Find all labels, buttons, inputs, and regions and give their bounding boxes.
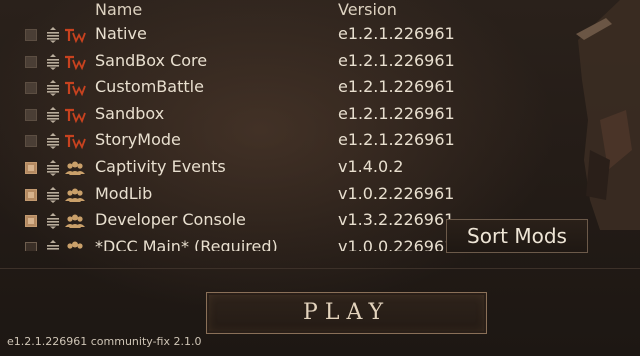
mod-name: Developer Console (95, 210, 246, 230)
mod-name: Native (95, 24, 147, 43)
drag-handle-icon[interactable] (46, 26, 60, 44)
mod-row[interactable]: Native e1.2.1.226961 (0, 22, 460, 48)
mod-row[interactable]: Developer Console v1.3.2.226961 (0, 208, 460, 234)
mod-checkbox[interactable] (25, 162, 37, 174)
mod-checkbox[interactable] (25, 188, 37, 201)
mod-name: CustomBattle (95, 77, 204, 97)
mod-version: e1.2.1.226961 (338, 24, 455, 43)
mod-checkbox[interactable] (25, 29, 37, 41)
mod-name: SandBox Core (95, 50, 208, 70)
mod-row[interactable]: SandBox Core e1.2.1.226961 (0, 49, 460, 75)
mod-name: *DCC Main* (Required) (95, 236, 278, 251)
mod-version: v1.0.0.226961 (338, 236, 455, 251)
mod-name: StoryMode (95, 130, 181, 150)
mod-version: v1.0.2.226961 (338, 183, 455, 203)
mod-name: Sandbox (95, 103, 165, 123)
mod-row[interactable]: *DCC Main* (Required) v1.0.0.226961 (0, 235, 460, 251)
mod-version: e1.2.1.226961 (338, 77, 455, 97)
taleworlds-logo-icon (65, 135, 86, 150)
background-rider-figure (576, 0, 640, 230)
mod-version: v1.3.2.226961 (338, 210, 455, 230)
play-button[interactable]: PLAY (206, 292, 487, 334)
version-column-header[interactable]: Version (338, 0, 397, 19)
community-icon (65, 161, 85, 175)
community-icon (65, 188, 85, 202)
divider (0, 268, 640, 269)
mod-checkbox[interactable] (25, 241, 37, 251)
drag-handle-icon[interactable] (46, 212, 60, 230)
mod-checkbox[interactable] (25, 82, 37, 95)
mod-list[interactable]: Native e1.2.1.226961 SandBox Core e1.2.1.22… (0, 22, 460, 251)
mod-row[interactable]: Captivity Events v1.4.0.2 (0, 155, 460, 181)
mod-version: e1.2.1.226961 (338, 50, 455, 70)
name-column-header[interactable]: Name (95, 0, 142, 19)
drag-handle-icon[interactable] (46, 79, 60, 97)
drag-handle-icon[interactable] (46, 159, 60, 177)
launcher-version-label: e1.2.1.226961 community-fix 2.1.0 (7, 335, 202, 348)
drag-handle-icon[interactable] (46, 106, 60, 124)
community-icon (65, 214, 85, 229)
mod-checkbox[interactable] (25, 55, 37, 68)
mod-row[interactable]: ModLib v1.0.2.226961 (0, 182, 460, 208)
taleworlds-logo-icon (65, 108, 86, 124)
mod-version: e1.2.1.226961 (338, 103, 455, 123)
mod-row[interactable]: StoryMode e1.2.1.226961 (0, 128, 460, 154)
taleworlds-logo-icon (65, 82, 86, 97)
mod-version: v1.4.0.2 (338, 157, 404, 176)
mod-checkbox[interactable] (25, 135, 37, 148)
mod-version: e1.2.1.226961 (338, 130, 455, 150)
drag-handle-icon[interactable] (46, 239, 60, 251)
community-icon (67, 241, 83, 251)
mod-checkbox[interactable] (25, 215, 37, 228)
mod-checkbox[interactable] (25, 108, 37, 121)
mod-name: ModLib (95, 183, 153, 203)
taleworlds-logo-icon (65, 55, 86, 70)
mod-row[interactable]: Sandbox e1.2.1.226961 (0, 102, 460, 128)
taleworlds-logo-icon (65, 28, 86, 44)
sort-mods-button[interactable]: Sort Mods (446, 219, 588, 253)
drag-handle-icon[interactable] (46, 186, 60, 204)
drag-handle-icon[interactable] (46, 53, 60, 71)
mod-name: Captivity Events (95, 157, 226, 176)
drag-handle-icon[interactable] (46, 132, 60, 150)
mod-row[interactable]: CustomBattle e1.2.1.226961 (0, 75, 460, 101)
